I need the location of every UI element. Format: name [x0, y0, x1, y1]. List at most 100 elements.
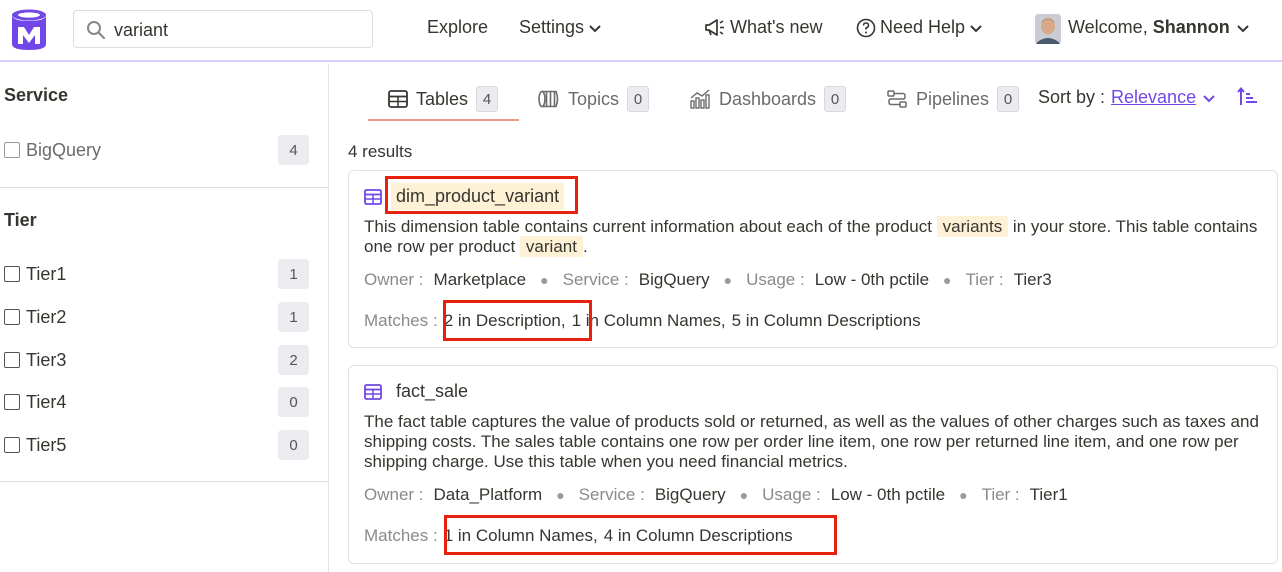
card-title-link[interactable]: dim_product_variant: [391, 183, 565, 210]
filter-option-label: Tier3: [26, 349, 67, 370]
filter-option-tier1[interactable]: Tier1 1: [4, 259, 309, 289]
tab-tables[interactable]: Tables 4: [388, 78, 499, 120]
filter-option-tier5[interactable]: Tier5 0: [4, 430, 309, 460]
match-item: 1 in Column Names,: [443, 526, 598, 545]
sort-control[interactable]: Sort by : Relevance: [1038, 87, 1216, 108]
tab-label: Pipelines: [916, 88, 990, 109]
match-item: 5 in Column Descriptions: [731, 311, 921, 330]
sort-label: Sort by :: [1038, 87, 1106, 107]
filter-title-service: Service: [4, 85, 69, 105]
filter-option-label: Tier1: [26, 263, 67, 284]
count-badge: 0: [278, 430, 309, 460]
welcome-text: Welcome, Shannon: [1068, 17, 1230, 37]
user-menu[interactable]: Welcome, Shannon: [1068, 17, 1250, 38]
nav-settings-label: Settings: [519, 17, 585, 37]
checkbox[interactable]: [4, 309, 20, 325]
card-matches: Matches : 1 in Column Names, 4 in Column…: [364, 526, 793, 545]
checkbox[interactable]: [4, 437, 20, 453]
filter-option-tier3[interactable]: Tier3 2: [4, 345, 309, 375]
card-title-link[interactable]: fact_sale: [391, 378, 473, 405]
search-highlight: variant: [519, 236, 583, 257]
nav-explore[interactable]: Explore: [427, 17, 488, 38]
filter-option-tier4[interactable]: Tier4 0: [4, 387, 309, 417]
tab-pipelines[interactable]: Pipelines 0: [886, 78, 1020, 120]
pipeline-icon: [887, 90, 907, 108]
tab-count: 0: [627, 86, 650, 112]
help-circle-icon: [856, 18, 876, 37]
checkbox[interactable]: [4, 394, 20, 410]
usage-value: Low - 0th pctile: [830, 485, 946, 504]
nav-settings[interactable]: Settings: [519, 17, 602, 38]
count-badge: 1: [278, 302, 309, 332]
filter-option-label: Tier2: [26, 306, 67, 327]
table-icon: [364, 383, 382, 400]
count-badge: 0: [278, 387, 309, 417]
active-tab-indicator: [368, 119, 519, 121]
avatar[interactable]: [1035, 14, 1061, 44]
card-metadata: Owner : Marketplace ● Service : BigQuery ●…: [364, 270, 1052, 289]
chevron-down-icon: [1203, 94, 1215, 102]
whats-new-button[interactable]: What's new: [704, 17, 822, 38]
card-matches: Matches : 2 in Description, 1 in Column …: [364, 311, 921, 330]
megaphone-icon: [705, 18, 724, 36]
card-title-row[interactable]: dim_product_variant: [364, 183, 565, 210]
need-help-button[interactable]: Need Help: [856, 17, 983, 38]
filter-option-tier2[interactable]: Tier2 1: [4, 302, 309, 332]
tab-label: Tables: [416, 88, 469, 109]
service-value: BigQuery: [654, 485, 726, 504]
result-card: fact_sale The fact table captures the va…: [348, 365, 1278, 564]
usage-value: Low - 0th pctile: [814, 270, 930, 289]
card-description: The fact table captures the value of pro…: [364, 412, 1259, 471]
tab-label: Dashboards: [719, 88, 817, 109]
search-icon: [87, 21, 106, 40]
filter-option-bigquery[interactable]: BigQuery 4: [4, 135, 309, 165]
card-metadata: Owner : Data_Platform ● Service : BigQuery…: [364, 485, 1068, 504]
chevron-down-icon: [589, 24, 601, 32]
tier-value: Tier1: [1029, 485, 1068, 504]
count-badge: 4: [278, 135, 309, 165]
table-icon: [388, 90, 408, 108]
service-value: BigQuery: [638, 270, 710, 289]
whats-new-label: What's new: [730, 17, 823, 37]
count-badge: 1: [278, 259, 309, 289]
tab-dashboards[interactable]: Dashboards 0: [689, 78, 847, 120]
tier-value: Tier3: [1013, 270, 1052, 289]
nav-explore-label: Explore: [427, 17, 489, 37]
match-item: 4 in Column Descriptions: [603, 526, 793, 545]
dashboard-icon: [690, 89, 710, 109]
owner-value: Data_Platform: [433, 485, 543, 504]
tab-count: 0: [997, 86, 1020, 112]
match-item: 2 in Description,: [443, 311, 566, 330]
search-box[interactable]: [73, 10, 373, 48]
top-header: Explore Settings What's new Need Help: [0, 0, 1282, 62]
tab-count: 4: [476, 86, 499, 112]
topics-icon: [538, 90, 559, 108]
count-badge: 2: [278, 345, 309, 375]
card-title-row[interactable]: fact_sale: [364, 378, 473, 405]
tab-count: 0: [824, 86, 847, 112]
filter-sidebar: Service BigQuery 4 Tier Tier1 1 Tier2 1 …: [0, 64, 329, 572]
tab-topics[interactable]: Topics 0: [538, 78, 650, 120]
divider: [0, 187, 328, 188]
tab-label: Topics: [568, 88, 620, 109]
table-icon: [364, 188, 382, 205]
owner-value: Marketplace: [433, 270, 527, 289]
divider: [0, 481, 328, 482]
sort-value[interactable]: Relevance: [1111, 87, 1196, 108]
user-name: Shannon: [1152, 17, 1230, 37]
checkbox[interactable]: [4, 142, 20, 158]
sort-ascending-icon[interactable]: [1237, 86, 1259, 108]
card-description: This dimension table contains current in…: [364, 216, 1258, 257]
results-count: 4 results: [348, 142, 413, 161]
checkbox[interactable]: [4, 352, 20, 368]
match-item: 1 in Column Names,: [571, 311, 726, 330]
chevron-down-icon: [1236, 24, 1249, 32]
app-logo-icon[interactable]: [9, 8, 49, 52]
filter-option-label: Tier5: [26, 434, 67, 455]
checkbox[interactable]: [4, 266, 20, 282]
result-card: dim_product_variant This dimension table…: [348, 170, 1278, 348]
filter-option-label: BigQuery: [26, 139, 102, 160]
search-input[interactable]: [114, 17, 364, 43]
need-help-label: Need Help: [880, 17, 966, 37]
filter-option-label: Tier4: [26, 391, 67, 412]
